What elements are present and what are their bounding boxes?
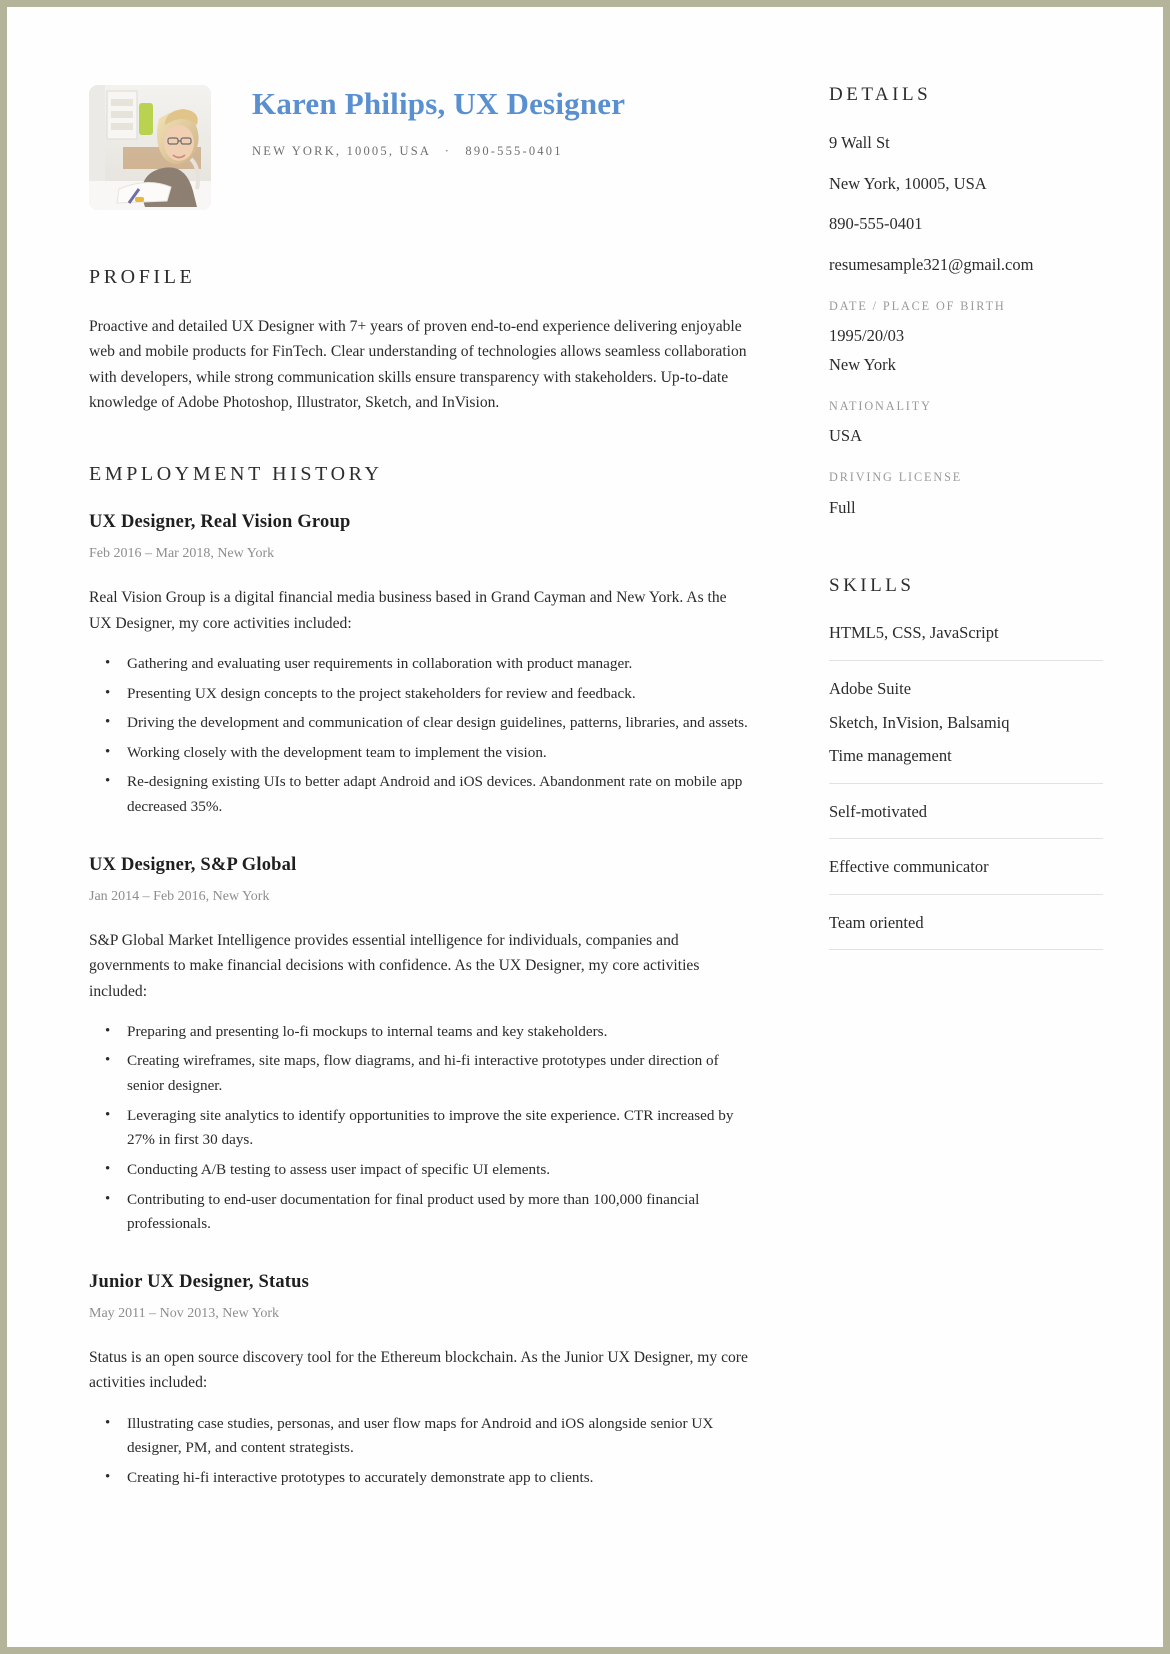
job-intro: Status is an open source discovery tool … xyxy=(89,1349,748,1392)
header-phone: 890-555-0401 xyxy=(465,144,563,159)
profile-heading: PROFILE xyxy=(89,266,196,288)
employment-heading: EMPLOYMENT HISTORY xyxy=(89,463,383,485)
job-entry: UX Designer, Real Vision Group Feb 2016 … xyxy=(89,511,751,820)
details-city: New York, 10005, USA xyxy=(829,173,987,193)
portrait-photo-icon xyxy=(89,85,211,210)
job-bullet-list: Illustrating case studies, personas, and… xyxy=(89,1411,751,1491)
job-bullet-list: Preparing and presenting lo-fi mockups t… xyxy=(89,1019,751,1237)
job-bullet: Creating hi-fi interactive prototypes to… xyxy=(105,1465,751,1491)
job-title: UX Designer, S&P Global xyxy=(89,854,297,875)
skill-item: Team oriented xyxy=(829,912,924,932)
job-bullet: Creating wireframes, site maps, flow dia… xyxy=(105,1048,751,1098)
skill-item: HTML5, CSS, JavaScript xyxy=(829,623,999,643)
sidebar-column: DETAILS 9 Wall St New York, 10005, USA 8… xyxy=(751,79,1103,1607)
page-title: Karen Philips, UX Designer xyxy=(252,86,626,121)
skill-item: Adobe Suite xyxy=(829,679,912,699)
job-intro: Real Vision Group is a digital financial… xyxy=(89,589,727,632)
job-bullet: Working closely with the development tea… xyxy=(105,740,751,766)
name-block: Karen Philips, UX Designer NEW YORK, 100… xyxy=(211,79,625,159)
nationality-value: USA xyxy=(829,426,863,446)
dob-label: DATE / PLACE OF BIRTH xyxy=(829,298,1006,313)
job-intro: S&P Global Market Intelligence provides … xyxy=(89,932,700,1000)
details-section: DETAILS 9 Wall St New York, 10005, USA 8… xyxy=(829,84,1103,522)
job-title: UX Designer, Real Vision Group xyxy=(89,512,351,532)
skills-group: HTML5, CSS, JavaScript xyxy=(829,620,1103,662)
dob-date: 1995/20/03 xyxy=(829,326,905,346)
profile-text: Proactive and detailed UX Designer with … xyxy=(89,318,747,411)
job-entry: Junior UX Designer, Status May 2011 – No… xyxy=(89,1271,751,1491)
job-meta: Feb 2016 – Mar 2018, New York xyxy=(89,546,275,562)
job-meta: Jan 2014 – Feb 2016, New York xyxy=(89,888,270,904)
details-heading: DETAILS xyxy=(829,84,932,105)
job-bullet-list: Gathering and evaluating user requiremen… xyxy=(89,651,751,820)
skills-group: Adobe Suite Sketch, InVision, Balsamiq T… xyxy=(829,676,1103,784)
skill-item: Self-motivated xyxy=(829,801,928,821)
nationality-label: NATIONALITY xyxy=(829,398,932,413)
job-bullet: Driving the development and communicatio… xyxy=(105,710,751,736)
resume-sheet: Karen Philips, UX Designer NEW YORK, 100… xyxy=(7,7,1163,1647)
job-title: Junior UX Designer, Status xyxy=(89,1271,310,1292)
job-bullet: Re-designing existing UIs to better adap… xyxy=(105,769,751,819)
skills-group: Effective communicator xyxy=(829,854,1103,895)
job-bullet: Leveraging site analytics to identify op… xyxy=(105,1103,751,1153)
skills-heading: SKILLS xyxy=(829,574,915,596)
header-location: NEW YORK, 10005, USA xyxy=(252,144,431,159)
skill-item: Sketch, InVision, Balsamiq xyxy=(829,712,1010,732)
skill-item: Effective communicator xyxy=(829,857,989,877)
job-bullet: Gathering and evaluating user requiremen… xyxy=(105,651,751,677)
job-entry: UX Designer, S&P Global Jan 2014 – Feb 2… xyxy=(89,854,751,1237)
employment-section: EMPLOYMENT HISTORY UX Designer, Real Vis… xyxy=(89,463,751,1491)
profile-section: PROFILE Proactive and detailed UX Design… xyxy=(89,266,751,415)
resume-page-inner: Karen Philips, UX Designer NEW YORK, 100… xyxy=(7,7,1163,1647)
resume-header: Karen Philips, UX Designer NEW YORK, 100… xyxy=(89,79,751,210)
header-contact-separator: · xyxy=(444,144,452,159)
job-bullet: Illustrating case studies, personas, and… xyxy=(105,1411,751,1461)
job-bullet: Conducting A/B testing to assess user im… xyxy=(105,1157,751,1183)
header-contact-line: NEW YORK, 10005, USA · 890-555-0401 xyxy=(252,144,625,159)
resume-page: Karen Philips, UX Designer NEW YORK, 100… xyxy=(0,0,1170,1654)
main-column: Karen Philips, UX Designer NEW YORK, 100… xyxy=(89,79,751,1607)
skills-section: SKILLS HTML5, CSS, JavaScript Adobe Suit… xyxy=(829,574,1103,951)
details-email[interactable]: resumesample321@gmail.com xyxy=(829,252,1103,279)
skill-item: Time management xyxy=(829,746,952,766)
skills-group: Self-motivated xyxy=(829,799,1103,840)
job-bullet: Preparing and presenting lo-fi mockups t… xyxy=(105,1019,751,1045)
portrait-photo xyxy=(89,85,211,210)
driving-license-value: Full xyxy=(829,497,856,517)
details-phone: 890-555-0401 xyxy=(829,214,923,234)
job-bullet: Contributing to end-user documentation f… xyxy=(105,1186,751,1237)
dob-place: New York xyxy=(829,355,896,375)
skills-group: Team oriented xyxy=(829,910,1103,951)
job-bullet: Presenting UX design concepts to the pro… xyxy=(105,681,751,707)
job-meta: May 2011 – Nov 2013, New York xyxy=(89,1305,280,1321)
details-street: 9 Wall St xyxy=(829,132,890,152)
driving-license-label: DRIVING LICENSE xyxy=(829,470,963,485)
